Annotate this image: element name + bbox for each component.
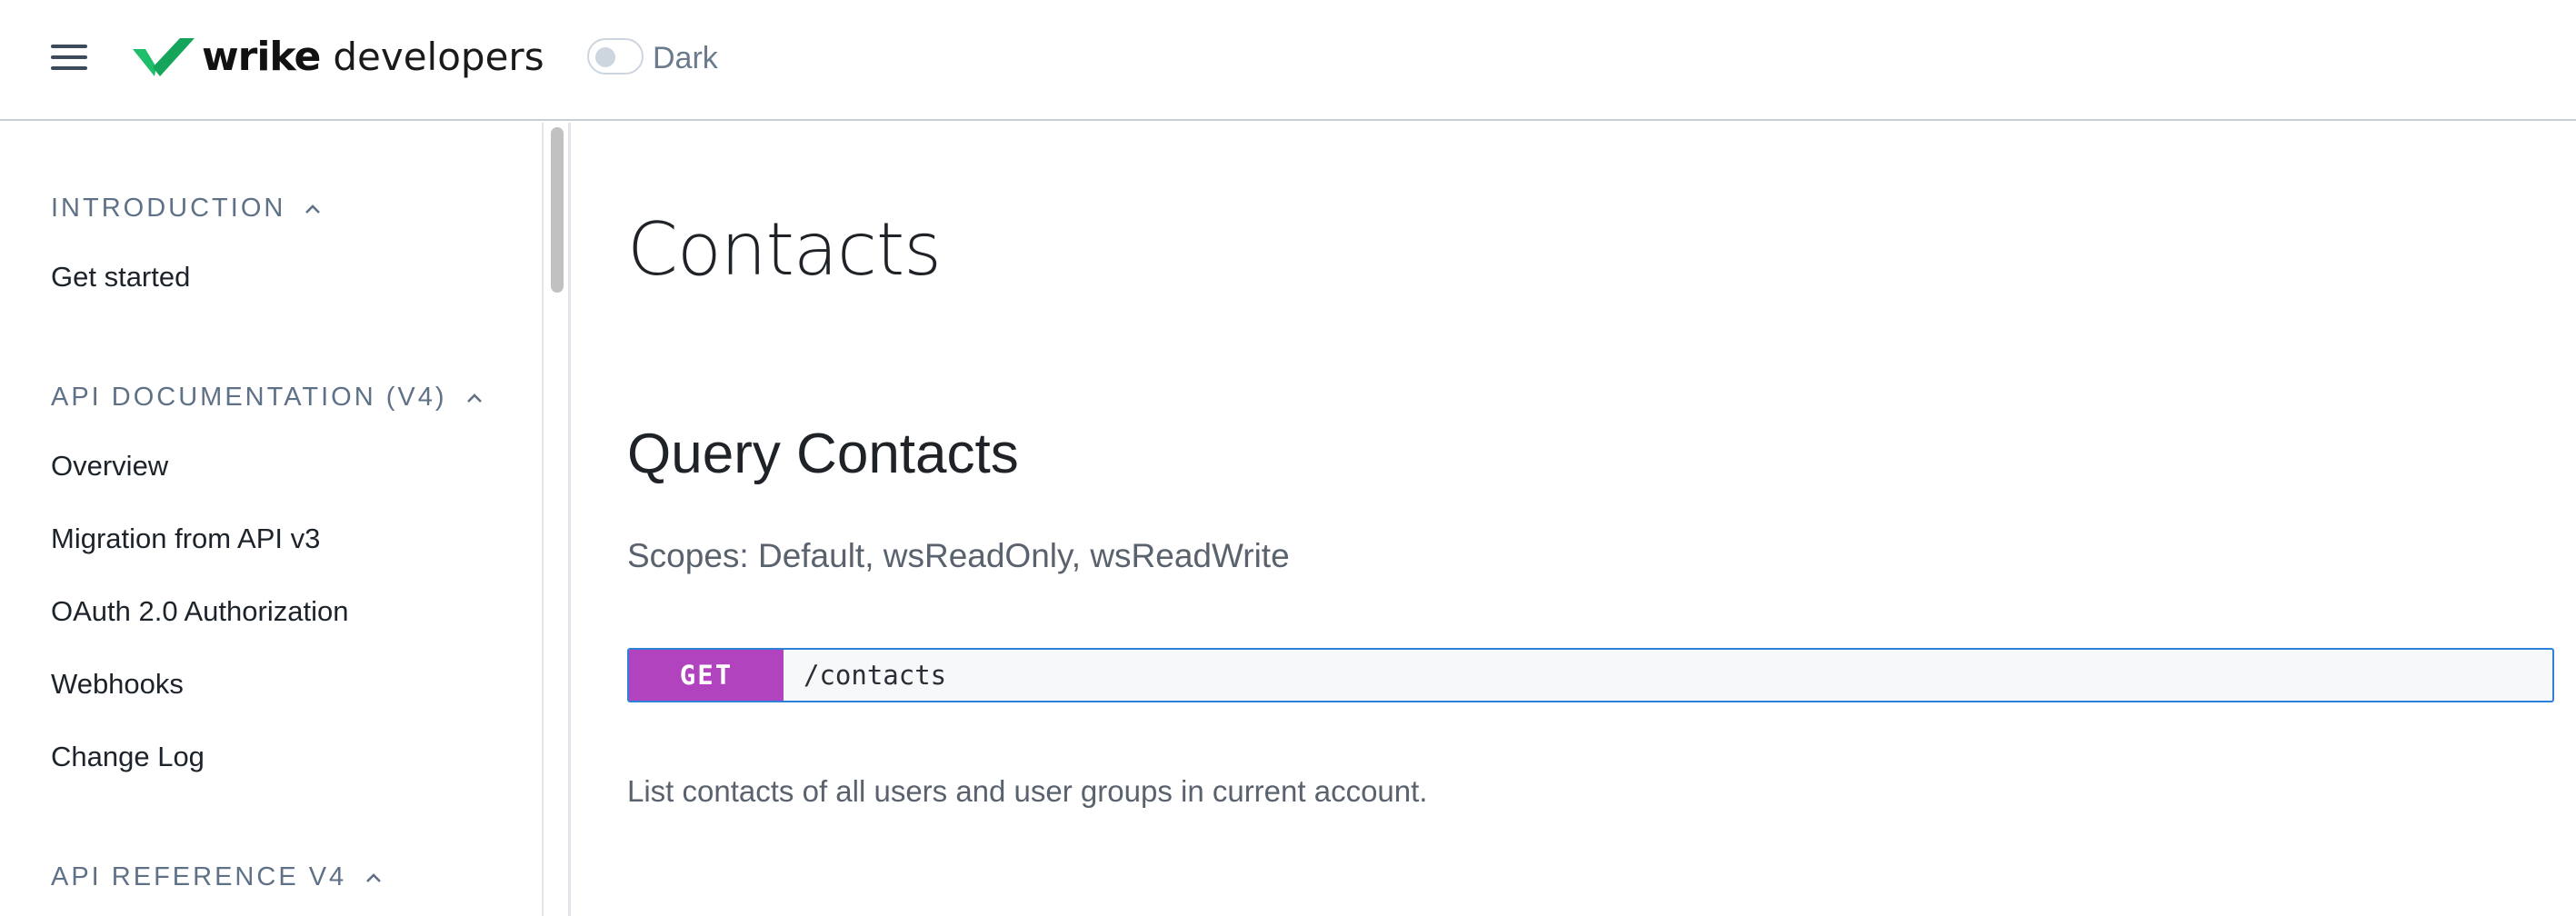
toggle-knob xyxy=(595,47,615,67)
main-content: Contacts Query Contacts Scopes: Default,… xyxy=(573,123,2576,916)
sidebar-nav: INTRODUCTION Get started API DOCUMENTATI… xyxy=(0,123,544,916)
sidebar-item-overview[interactable]: Overview xyxy=(51,450,168,483)
wrike-check-logo-icon xyxy=(133,38,195,76)
chevron-up-icon xyxy=(305,204,321,214)
endpoint-bar[interactable]: GET /contacts xyxy=(627,648,2554,702)
sidebar-section-heading: API DOCUMENTATION (V4) xyxy=(51,383,447,412)
dark-mode-toggle[interactable] xyxy=(587,38,644,75)
sidebar-item-get-started[interactable]: Get started xyxy=(51,261,190,294)
hamburger-menu-icon[interactable] xyxy=(51,43,87,72)
sidebar-item-change-log[interactable]: Change Log xyxy=(51,741,205,773)
sidebar-section-introduction[interactable]: INTRODUCTION xyxy=(51,194,322,224)
sidebar-section-heading: API REFERENCE V4 xyxy=(51,862,347,891)
sidebar-section-api-documentation[interactable]: API DOCUMENTATION (V4) xyxy=(51,383,484,413)
sidebar-item-migration[interactable]: Migration from API v3 xyxy=(51,523,320,555)
top-header: wrike developers Dark xyxy=(0,0,2576,121)
sidebar-section-api-reference[interactable]: API REFERENCE V4 xyxy=(51,862,383,892)
logo-brand-text: wrike xyxy=(202,33,321,80)
sidebar-item-webhooks[interactable]: Webhooks xyxy=(51,668,184,701)
dark-mode-label[interactable]: Dark xyxy=(653,40,718,76)
chevron-up-icon xyxy=(466,393,482,403)
scopes-text: Scopes: Default, wsReadOnly, wsReadWrite xyxy=(627,537,1290,574)
sidebar-scrollbar-thumb[interactable] xyxy=(551,127,564,293)
chevron-up-icon xyxy=(366,872,382,882)
page-title: Contacts xyxy=(627,207,942,292)
sidebar-item-oauth[interactable]: OAuth 2.0 Authorization xyxy=(51,595,348,628)
http-method-badge: GET xyxy=(629,650,784,701)
section-title: Query Contacts xyxy=(627,423,1019,485)
wrike-developers-logo[interactable]: wrike developers xyxy=(133,29,544,84)
sidebar-section-heading: INTRODUCTION xyxy=(51,194,286,223)
logo-suffix-text: developers xyxy=(333,34,544,79)
endpoint-description: List contacts of all users and user grou… xyxy=(627,774,1428,808)
endpoint-path: /contacts xyxy=(804,660,947,691)
